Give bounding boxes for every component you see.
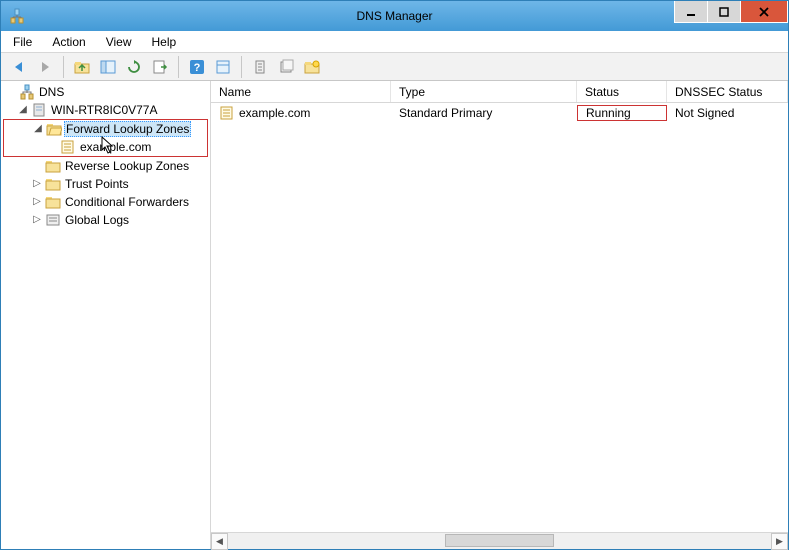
properties-button[interactable] [211, 55, 235, 79]
tree-cond-label: Conditional Forwarders [63, 195, 191, 209]
toolbar: ? [1, 53, 788, 81]
cell-status: Running [577, 105, 667, 121]
svg-text:?: ? [194, 62, 201, 74]
toolbar-button-b[interactable] [274, 55, 298, 79]
column-name[interactable]: Name [211, 81, 391, 102]
menu-view[interactable]: View [102, 33, 136, 51]
window-controls [675, 1, 788, 23]
scroll-track[interactable] [228, 533, 771, 550]
chevron-down-icon[interactable] [5, 86, 17, 98]
titlebar: DNS Manager [1, 1, 788, 31]
cell-name: example.com [211, 105, 391, 121]
annotation-highlight-tree: ◢ Forward Lookup Zones example.com [3, 119, 208, 157]
scroll-thumb[interactable] [445, 534, 554, 547]
close-button[interactable] [740, 1, 788, 23]
toolbar-button-a[interactable] [248, 55, 272, 79]
tree-root-dns[interactable]: DNS [3, 83, 208, 101]
app-icon [9, 8, 25, 24]
chevron-down-icon[interactable]: ◢ [32, 123, 44, 135]
minimize-button[interactable] [674, 1, 708, 23]
menubar: File Action View Help [1, 31, 788, 53]
tree-root-label: DNS [37, 85, 66, 99]
tree-conditional-forwarders[interactable]: ▷ Conditional Forwarders [3, 193, 208, 211]
menu-file[interactable]: File [9, 33, 36, 51]
folder-icon [45, 194, 61, 210]
tree-reverse-lookup-zones[interactable]: Reverse Lookup Zones [3, 157, 208, 175]
up-one-level-button[interactable] [70, 55, 94, 79]
column-dnssec[interactable]: DNSSEC Status [667, 81, 788, 102]
forward-button[interactable] [33, 55, 57, 79]
logs-icon [45, 212, 61, 228]
list-body[interactable]: example.com Standard Primary Running Not… [211, 103, 788, 532]
cell-name-text: example.com [239, 106, 310, 120]
toolbar-sep-2 [178, 56, 179, 78]
chevron-right-icon[interactable]: ▷ [31, 214, 43, 226]
tree-trust-points[interactable]: ▷ Trust Points [3, 175, 208, 193]
folder-open-icon [46, 121, 62, 137]
column-status[interactable]: Status [577, 81, 667, 102]
window-title: DNS Manager [356, 9, 432, 23]
tree-logs-label: Global Logs [63, 213, 131, 227]
column-type[interactable]: Type [391, 81, 577, 102]
tree-server-label: WIN-RTR8IC0V77A [49, 103, 159, 117]
tree-trust-label: Trust Points [63, 177, 131, 191]
server-icon [31, 102, 47, 118]
cell-dnssec: Not Signed [667, 106, 788, 120]
horizontal-scrollbar[interactable]: ◀ ▶ [211, 532, 788, 549]
spacer [46, 141, 58, 153]
chevron-down-icon[interactable]: ◢ [17, 104, 29, 116]
main-body: DNS ◢ WIN-RTR8IC0V77A ◢ Forward Lookup Z… [1, 81, 788, 549]
menu-help[interactable]: Help [148, 33, 181, 51]
list-row[interactable]: example.com Standard Primary Running Not… [211, 103, 788, 123]
tree-pane[interactable]: DNS ◢ WIN-RTR8IC0V77A ◢ Forward Lookup Z… [1, 81, 211, 549]
tree-forward-label: Forward Lookup Zones [64, 121, 191, 137]
cell-type: Standard Primary [391, 106, 577, 120]
zone-icon [60, 139, 76, 155]
chevron-right-icon[interactable]: ▷ [31, 196, 43, 208]
folder-icon [45, 176, 61, 192]
list-pane: Name Type Status DNSSEC Status example.c… [211, 81, 788, 549]
tree-forward-lookup-zones[interactable]: ◢ Forward Lookup Zones [4, 120, 207, 138]
refresh-button[interactable] [122, 55, 146, 79]
tree-server[interactable]: ◢ WIN-RTR8IC0V77A [3, 101, 208, 119]
maximize-button[interactable] [707, 1, 741, 23]
spacer [31, 160, 43, 172]
dns-root-icon [19, 84, 35, 100]
toolbar-sep-3 [241, 56, 242, 78]
chevron-right-icon[interactable]: ▷ [31, 178, 43, 190]
back-button[interactable] [7, 55, 31, 79]
scroll-right-button[interactable]: ▶ [771, 533, 788, 550]
list-header: Name Type Status DNSSEC Status [211, 81, 788, 103]
folder-icon [45, 158, 61, 174]
tree-global-logs[interactable]: ▷ Global Logs [3, 211, 208, 229]
toolbar-sep-1 [63, 56, 64, 78]
help-button[interactable]: ? [185, 55, 209, 79]
show-hide-tree-button[interactable] [96, 55, 120, 79]
dns-manager-window: DNS Manager File Action View Help ? [0, 0, 789, 550]
new-zone-button[interactable] [300, 55, 324, 79]
tree-reverse-label: Reverse Lookup Zones [63, 159, 191, 173]
tree-zone-label: example.com [78, 140, 153, 154]
zone-icon [219, 105, 235, 121]
tree-zone-example[interactable]: example.com [4, 138, 207, 156]
export-list-button[interactable] [148, 55, 172, 79]
scroll-left-button[interactable]: ◀ [211, 533, 228, 550]
menu-action[interactable]: Action [48, 33, 89, 51]
